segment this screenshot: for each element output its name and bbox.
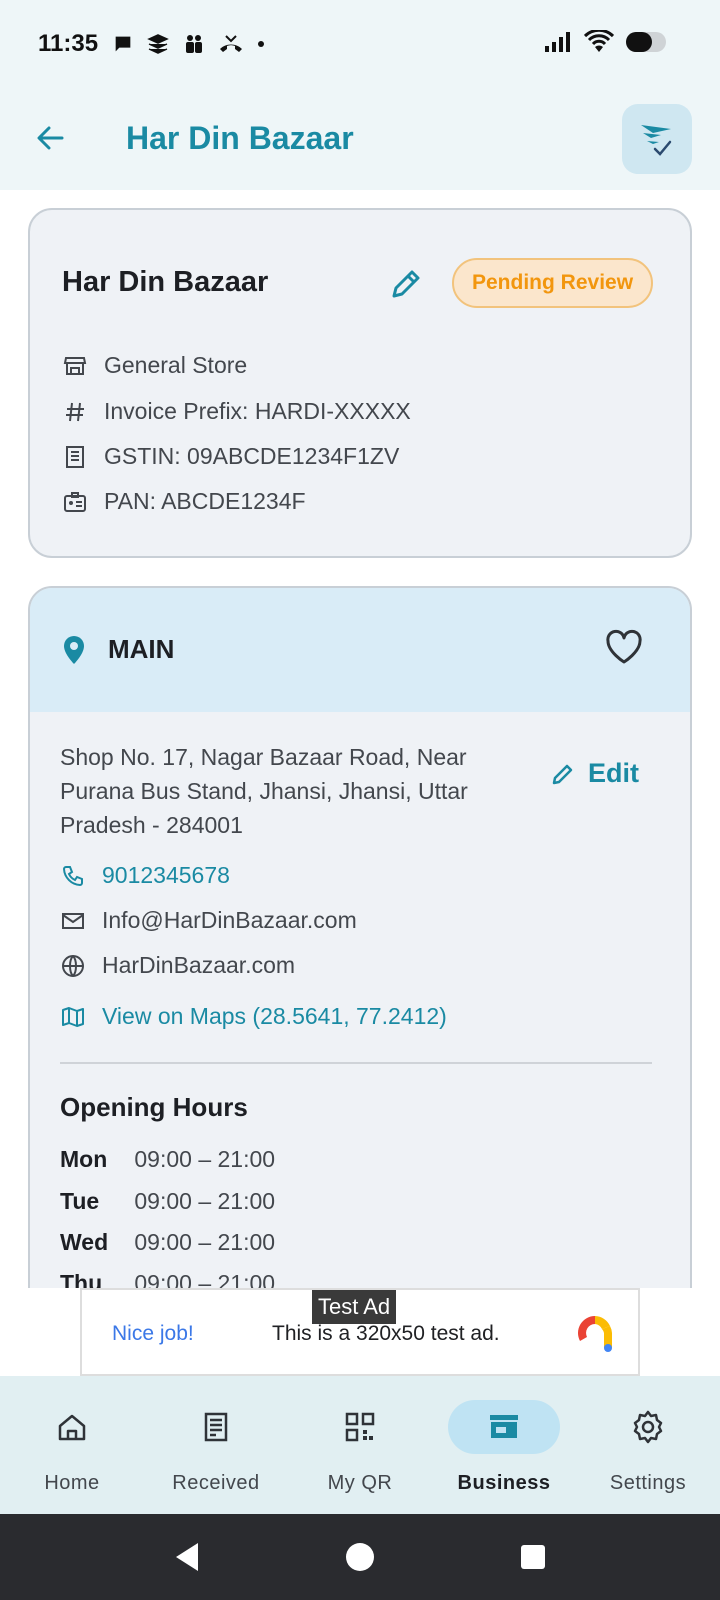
home-icon xyxy=(58,1414,86,1441)
hours-row: Thu 09:00 – 21:00 xyxy=(60,1270,275,1288)
edit-business-button[interactable] xyxy=(386,264,426,304)
dot-icon xyxy=(258,41,264,47)
system-navigation-bar xyxy=(0,1514,720,1600)
battery-icon xyxy=(626,32,666,52)
status-bar: 11:35 xyxy=(0,0,720,92)
back-button[interactable] xyxy=(28,116,72,160)
mail-icon xyxy=(60,908,86,934)
nav-item-received[interactable]: Received xyxy=(144,1376,288,1514)
nav-label: My QR xyxy=(327,1472,393,1494)
hours-row: Mon 09:00 – 21:00 xyxy=(60,1146,275,1173)
location-pin-icon xyxy=(64,636,84,664)
location-address: Shop No. 17, Nagar Bazaar Road, Near Pur… xyxy=(60,744,468,838)
view-on-maps-link[interactable]: View on Maps (28.5641, 77.2412) xyxy=(60,1003,447,1030)
info-row-pan: PAN: ABCDE1234F xyxy=(62,488,306,515)
page-title: Har Din Bazaar xyxy=(126,120,354,156)
ad-body-text: This is a 320x50 test ad. xyxy=(272,1322,500,1345)
chat-bubble-icon xyxy=(115,36,131,52)
hours-day: Tue xyxy=(60,1188,100,1214)
location-name: MAIN xyxy=(108,634,175,664)
notification-icons xyxy=(112,32,266,56)
arrow-left-icon xyxy=(37,126,64,150)
pencil-icon xyxy=(392,270,420,298)
pan: PAN: ABCDE1234F xyxy=(104,488,306,514)
hours-time: 09:00 – 21:00 xyxy=(134,1270,276,1288)
email-row[interactable]: Info@HarDinBazaar.com xyxy=(60,907,357,934)
hours-time: 09:00 – 21:00 xyxy=(134,1229,276,1255)
nav-label: Home xyxy=(44,1472,100,1494)
business-category: General Store xyxy=(104,352,248,378)
phone-number: 9012345678 xyxy=(102,862,230,888)
nav-item-my-qr[interactable]: My QR xyxy=(288,1376,432,1514)
ad-logo-icon xyxy=(578,1316,612,1352)
favorite-heart-icon[interactable] xyxy=(604,628,644,666)
pencil-icon xyxy=(552,764,573,784)
wifi-icon xyxy=(584,30,614,52)
missed-call-icon xyxy=(220,35,242,52)
status-time: 11:35 xyxy=(38,30,99,57)
info-row-invoice: Invoice Prefix: HARDI-XXXXX xyxy=(62,398,411,425)
info-row-gstin: GSTIN: 09ABCDE1234F1ZV xyxy=(62,443,399,470)
hours-time: 09:00 – 21:00 xyxy=(134,1188,276,1214)
nav-item-business[interactable]: Business xyxy=(432,1376,576,1514)
storefront-icon xyxy=(490,1415,518,1438)
phone-icon xyxy=(60,863,86,889)
system-recents-button[interactable] xyxy=(503,1527,563,1587)
hours-time: 09:00 – 21:00 xyxy=(134,1146,276,1172)
triangle-back-icon xyxy=(175,1543,198,1571)
invoice-prefix: Invoice Prefix: HARDI-XXXXX xyxy=(104,398,411,424)
edit-label: Edit xyxy=(588,758,639,788)
maps-label: View on Maps (28.5641, 77.2412) xyxy=(102,1003,447,1029)
email-address: Info@HarDinBazaar.com xyxy=(102,907,357,933)
nav-item-settings[interactable]: Settings xyxy=(576,1376,720,1514)
website-row[interactable]: HarDinBazaar.com xyxy=(60,952,295,979)
nav-label: Business xyxy=(457,1472,551,1494)
status-badge: Pending Review xyxy=(452,258,654,308)
hash-icon xyxy=(62,399,88,425)
hours-row: Wed 09:00 – 21:00 xyxy=(60,1229,275,1256)
map-icon xyxy=(60,1004,86,1030)
edit-location-button[interactable]: Edit xyxy=(550,758,639,789)
send-check-icon xyxy=(641,125,672,156)
send-report-button[interactable] xyxy=(622,104,692,174)
nav-item-home[interactable]: Home xyxy=(0,1376,144,1514)
gstin: GSTIN: 09ABCDE1234F1ZV xyxy=(104,443,400,469)
ad-nice-text: Nice job! xyxy=(112,1322,194,1345)
bottom-navigation: Home Received My QR Business Settings xyxy=(0,1376,720,1514)
phone-link[interactable]: 9012345678 xyxy=(60,862,230,889)
hours-row: Tue 09:00 – 21:00 xyxy=(60,1188,275,1215)
nav-label: Settings xyxy=(609,1472,687,1494)
hours-day: Wed xyxy=(60,1229,109,1255)
business-summary-card: Har Din Bazaar Pending Review General St… xyxy=(28,208,692,558)
stack-icon xyxy=(147,34,169,54)
nav-label: Received xyxy=(172,1472,260,1494)
id-card-icon xyxy=(62,489,88,515)
store-icon xyxy=(62,353,88,379)
circle-home-icon xyxy=(345,1543,374,1571)
system-status-icons xyxy=(544,30,670,54)
location-card: MAIN Shop No. 17, Nagar Bazaar Road, Nea… xyxy=(28,586,692,1288)
people-icon xyxy=(186,35,202,53)
hours-day: Thu xyxy=(60,1270,103,1288)
qr-code-icon xyxy=(345,1412,375,1442)
square-recents-icon xyxy=(521,1545,546,1569)
signal-icon xyxy=(545,32,570,52)
opening-hours-title: Opening Hours xyxy=(60,1092,248,1122)
gear-icon xyxy=(633,1410,663,1444)
receipt-icon xyxy=(204,1412,228,1442)
main-content[interactable]: Har Din Bazaar Pending Review General St… xyxy=(0,190,720,1288)
hours-day: Mon xyxy=(60,1146,108,1172)
business-name: Har Din Bazaar xyxy=(62,266,269,298)
system-home-button[interactable] xyxy=(330,1527,390,1587)
info-row-category: General Store xyxy=(62,352,247,379)
divider xyxy=(60,1062,652,1064)
website: HarDinBazaar.com xyxy=(102,952,296,978)
receipt-icon xyxy=(62,444,88,470)
globe-icon xyxy=(60,953,86,979)
app-bar: Har Din Bazaar xyxy=(0,92,720,190)
system-back-button[interactable] xyxy=(157,1527,217,1587)
location-header: MAIN xyxy=(30,588,690,712)
ad-label: Test Ad xyxy=(312,1290,397,1324)
